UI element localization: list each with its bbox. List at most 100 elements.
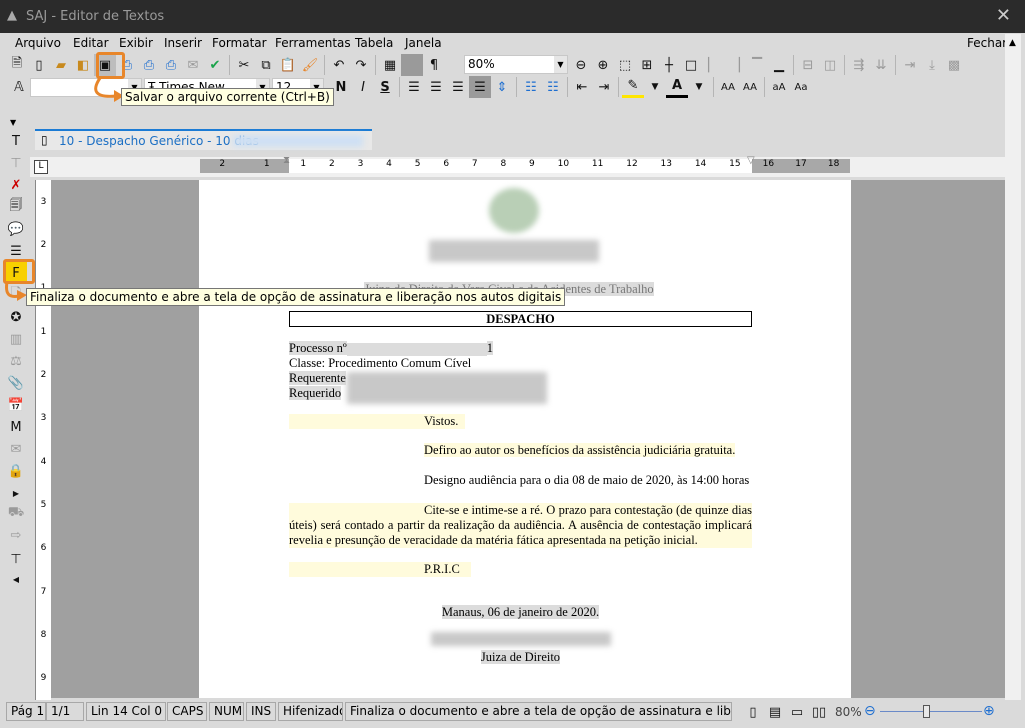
zoom-slider[interactable] — [880, 711, 982, 712]
menu-formatar[interactable]: Formatar — [212, 36, 267, 50]
attachment-icon[interactable]: 📎 — [5, 372, 27, 394]
send-icon[interactable]: ✉ — [5, 438, 27, 460]
zoom-select[interactable]: 80% ▼ — [464, 55, 568, 74]
insert-column-icon[interactable]: ⇶ — [848, 54, 870, 76]
grow-font-icon[interactable]: AA — [717, 76, 739, 98]
borders-none-icon[interactable]: ⬚ — [614, 54, 636, 76]
document-page[interactable]: Juizo de Direito da Vara Civel e de Acid… — [199, 180, 851, 698]
gavel-icon[interactable]: ⚖ — [5, 350, 27, 372]
open-recent-icon[interactable]: ◧ — [72, 54, 94, 76]
italic-button[interactable]: I — [352, 76, 374, 98]
pilcrow-icon[interactable]: ¶ — [423, 54, 445, 76]
numbered-list-icon[interactable]: ☷ — [542, 76, 564, 98]
tab-document[interactable]: ▯ 10 - Despacho Genérico - 10 dias — [35, 129, 372, 150]
line-spacing-icon[interactable]: ⇕ — [491, 76, 513, 98]
paste-icon[interactable]: 📋 — [277, 54, 299, 76]
horizontal-ruler[interactable]: L 21 1 2 3 4 5 6 7 8 9 10 11 12 13 14 15 16 17 18 ⧗ ▽ — [30, 155, 1010, 177]
highlight-color-icon[interactable]: ✎ — [622, 76, 644, 98]
shrink-font-icon[interactable]: AA — [739, 76, 761, 98]
borders-inner-icon[interactable]: ┼ — [658, 54, 680, 76]
borders-outer-icon[interactable]: □ — [680, 54, 702, 76]
style-icon[interactable]: 𝔸 — [8, 76, 30, 98]
web-view-icon[interactable]: ▭ — [786, 701, 808, 723]
insert-row-icon[interactable]: ⇊ — [870, 54, 892, 76]
close-icon[interactable]: ✕ — [996, 5, 1011, 26]
new-document-icon[interactable]: ▯ — [28, 54, 50, 76]
copy-icon[interactable]: ⧉ — [255, 54, 277, 76]
comment-icon[interactable]: 💬 — [5, 218, 27, 240]
menu-inserir[interactable]: Inserir — [164, 36, 202, 50]
remove-fields-icon[interactable]: ✗ — [5, 174, 27, 196]
zoom-out-icon[interactable]: ⊖ — [864, 703, 876, 719]
format-painter-icon[interactable]: 🖌 — [299, 54, 321, 76]
new-from-model-icon[interactable]: 🗎 — [6, 54, 28, 76]
chevron-down-icon[interactable]: ▼ — [554, 56, 567, 73]
email-icon[interactable]: ✉ — [182, 54, 204, 76]
undo-icon[interactable]: ↶ — [328, 54, 350, 76]
chevron-left-icon[interactable]: ◀ — [5, 568, 27, 590]
chevron-down-icon[interactable]: ▼ — [644, 76, 666, 98]
open-folder-icon[interactable]: ▰ — [50, 54, 72, 76]
menu-exibir[interactable]: Exibir — [119, 36, 153, 50]
zoom-slider-thumb[interactable] — [922, 705, 930, 718]
underline-button[interactable]: S — [374, 76, 396, 98]
scroll-up-icon[interactable]: ▲ — [1009, 38, 1016, 48]
border-right-icon[interactable]: ▕ — [724, 54, 746, 76]
borders-all-icon[interactable]: ⊞ — [636, 54, 658, 76]
print-preview-icon[interactable]: ⎙ — [160, 54, 182, 76]
lowercase-icon[interactable]: Aa — [790, 76, 812, 98]
border-bottom-icon[interactable]: ▁ — [768, 54, 790, 76]
font-color-icon[interactable]: A — [666, 76, 688, 98]
lock-icon[interactable]: 🔒 — [5, 460, 27, 482]
border-left-icon[interactable]: ▏ — [702, 54, 724, 76]
split-cells-icon[interactable]: ◫ — [819, 54, 841, 76]
spellcheck-icon[interactable]: ✔ — [204, 54, 226, 76]
vertical-scrollbar[interactable]: ▲ — [1005, 34, 1021, 700]
menu-tabela[interactable]: Tabela — [355, 36, 393, 50]
table-draw-icon[interactable]: ▦ — [401, 54, 423, 76]
car-icon[interactable]: ⛟ — [5, 502, 27, 524]
table-properties-icon[interactable]: ▩ — [943, 54, 965, 76]
zoom-in-icon[interactable]: ⊕ — [983, 703, 995, 719]
page-view-icon[interactable]: ▯ — [742, 701, 764, 723]
print-setup-icon[interactable]: ⎙ — [138, 54, 160, 76]
uppercase-icon[interactable]: aA — [768, 76, 790, 98]
decrease-indent-icon[interactable]: ⇤ — [571, 76, 593, 98]
increase-indent-icon[interactable]: ⇥ — [593, 76, 615, 98]
field-properties-icon[interactable]: ⊤ — [5, 152, 27, 174]
indent-marker-icon[interactable]: ⧗ — [283, 155, 290, 166]
redo-icon[interactable]: ↷ — [350, 54, 372, 76]
align-left-icon[interactable]: ☰ — [403, 76, 425, 98]
right-indent-marker-icon[interactable]: ▽ — [747, 155, 755, 166]
zoom-in-icon[interactable]: ⊕ — [592, 54, 614, 76]
align-right-icon[interactable]: ☰ — [447, 76, 469, 98]
align-center-icon[interactable]: ☰ — [425, 76, 447, 98]
menu-fechar[interactable]: Fechar — [967, 36, 1007, 50]
paint-roller-icon[interactable]: ⊤ — [5, 548, 27, 570]
menu-arquivo[interactable]: Arquivo — [15, 36, 61, 50]
insert-field-icon[interactable]: T — [5, 130, 27, 152]
certificate-icon[interactable]: ✪ — [5, 306, 27, 328]
chevron-down-icon[interactable]: ▼ — [688, 76, 710, 98]
zoom-out-icon[interactable]: ⊖ — [570, 54, 592, 76]
chevron-right-icon[interactable]: ▶ — [5, 482, 27, 504]
export-icon[interactable]: ⇨ — [5, 524, 27, 546]
preview-icon[interactable]: 🗐 — [5, 196, 27, 218]
menu-editar[interactable]: Editar — [73, 36, 109, 50]
merge-cells-icon[interactable]: ⊟ — [797, 54, 819, 76]
delete-row-icon[interactable]: ⤓ — [921, 54, 943, 76]
book-view-icon[interactable]: ▯▯ — [808, 701, 830, 723]
model-icon[interactable]: M — [5, 416, 27, 438]
tab-stop-icon[interactable]: L — [34, 160, 48, 174]
calendar-icon[interactable]: 📅 — [5, 394, 27, 416]
align-justify-icon[interactable]: ☰ — [469, 76, 491, 98]
cut-icon[interactable]: ✂ — [233, 54, 255, 76]
columns-icon[interactable]: ▥ — [5, 328, 27, 350]
menu-ferramentas[interactable]: Ferramentas — [275, 36, 351, 50]
delete-column-icon[interactable]: ⇥ — [899, 54, 921, 76]
bullet-list-icon[interactable]: ☷ — [520, 76, 542, 98]
table-icon[interactable]: ▦ — [379, 54, 401, 76]
border-top-icon[interactable]: ▔ — [746, 54, 768, 76]
normal-view-icon[interactable]: ▤ — [764, 701, 786, 723]
menu-janela[interactable]: Janela — [405, 36, 442, 50]
